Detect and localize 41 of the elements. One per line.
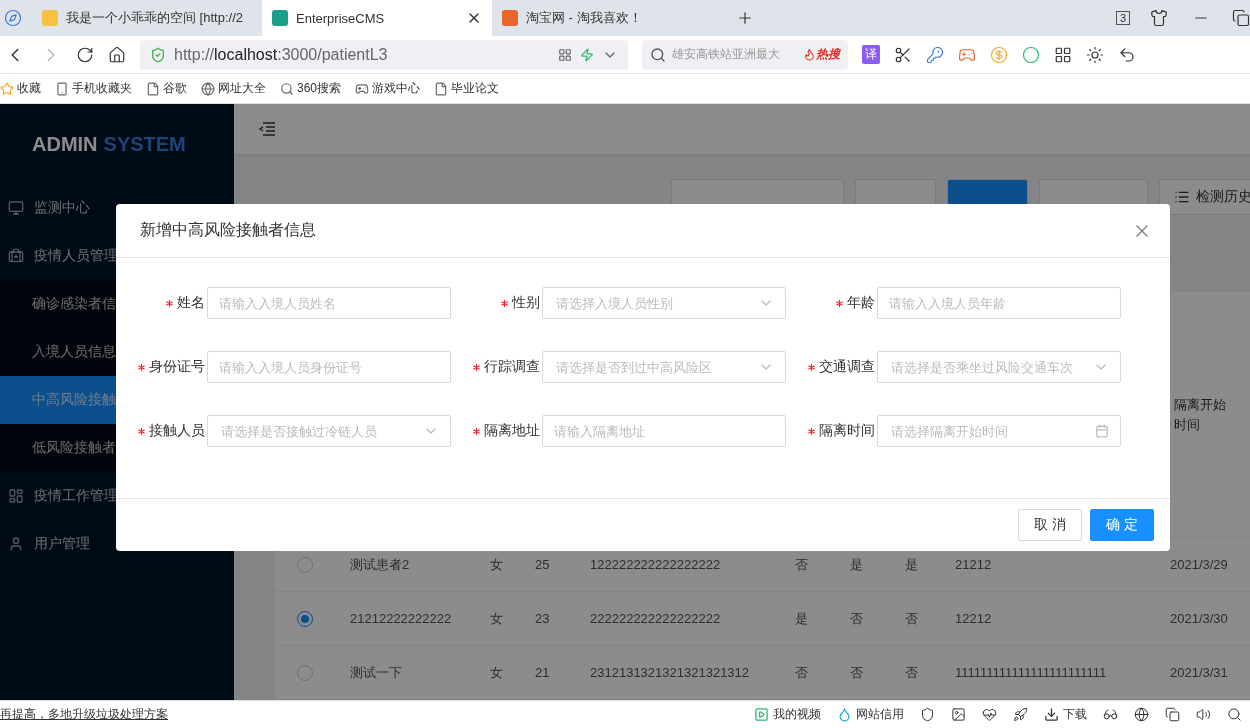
table-cell-text: 21212 xyxy=(954,557,993,572)
tab-count: 3 xyxy=(1115,11,1130,25)
table-cell-text: 是 xyxy=(849,555,864,574)
table-cell-text: 否 xyxy=(849,609,864,628)
table-cell-text: 测试患者2 xyxy=(349,555,411,574)
table-cell-text: 否 xyxy=(904,663,919,682)
field-label: 隔离时间 xyxy=(786,422,878,440)
table-cell-text: 女 xyxy=(489,609,504,628)
table-cell-text: 2021/3/31 xyxy=(1169,665,1229,680)
table-cell-text: 21 xyxy=(534,665,551,680)
table-cell-text: 222222222222222222 xyxy=(589,611,722,626)
table-cell-text: 女 xyxy=(489,663,504,682)
table-cell-text: 25 xyxy=(534,557,551,572)
dialog-title: 新增中高风险接触者信息 xyxy=(140,220,316,240)
field-label: 隔离地址 xyxy=(451,422,543,440)
field-label: 年龄 xyxy=(786,294,878,312)
table-cell-text: 2021/3/29 xyxy=(1169,557,1229,572)
table-cell-text: 23 xyxy=(534,611,551,626)
field-label: 身份证号 xyxy=(116,358,208,376)
table-cell-text: 是 xyxy=(794,609,809,628)
brand-logo: ADMIN SYSTEM xyxy=(31,131,187,157)
table-cell-text: 女 xyxy=(489,555,504,574)
field-label: 接触人员 xyxy=(116,422,208,440)
table-cell-text: 111111111111111111111111 xyxy=(954,665,1108,680)
field-label: 交通调查 xyxy=(786,358,878,376)
table-cell-text: 是 xyxy=(904,555,919,574)
table-cell-text: 2021/3/30 xyxy=(1169,611,1229,626)
table-cell-text: 2312131321321321321312 xyxy=(589,665,751,680)
menu-label: 监测中心 xyxy=(34,199,90,217)
field-label: 行踪调查 xyxy=(451,358,543,376)
table-cell-text: 否 xyxy=(849,663,864,682)
table-cell-text: 否 xyxy=(794,663,809,682)
field-label: 姓名 xyxy=(116,294,208,312)
column-header: 隔离开始时间 xyxy=(1174,395,1227,434)
table-cell-text: 否 xyxy=(904,609,919,628)
table-cell-text: 否 xyxy=(794,555,809,574)
table-cell-text: 122222222222222222 xyxy=(589,557,722,572)
field-label: 性别 xyxy=(451,294,543,312)
table-cell-text: 21212222222222 xyxy=(349,611,453,626)
menu-label: 用户管理 xyxy=(34,535,90,553)
table-cell-text: 12212 xyxy=(954,611,993,626)
